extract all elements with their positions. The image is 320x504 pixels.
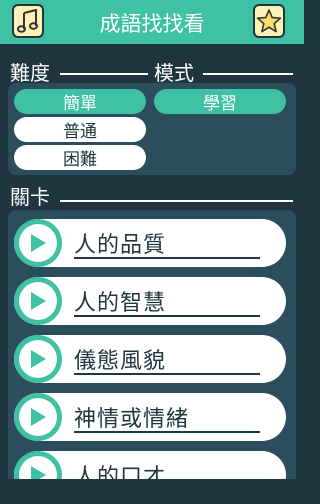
difficulty-easy-button[interactable]: 簡單 (14, 89, 146, 114)
stages-label: 關卡 (10, 185, 50, 209)
stage-underline (74, 431, 260, 433)
difficulty-label: 難度 (10, 61, 50, 85)
favorite-button[interactable] (253, 4, 285, 38)
stage-underline (74, 315, 260, 317)
mode-study-button[interactable]: 學習 (154, 89, 286, 114)
stage-item[interactable]: 神情或情緒 (14, 393, 286, 441)
play-icon (14, 277, 62, 325)
difficulty-underline (60, 73, 148, 75)
stage-item[interactable]: 儀態風貌 (14, 335, 286, 383)
mode-label: 模式 (154, 61, 194, 85)
stage-item[interactable]: 人的智慧 (14, 277, 286, 325)
bottom-strip (0, 479, 304, 504)
difficulty-normal-button[interactable]: 普通 (14, 117, 146, 142)
stage-name: 神情或情緒 (74, 407, 190, 432)
stage-item[interactable]: 人的品質 (14, 219, 286, 267)
stages-underline (60, 200, 293, 202)
top-bar: 成語找找看 (0, 0, 304, 44)
star-icon (256, 9, 282, 33)
stage-name: 人的智慧 (74, 291, 167, 316)
stage-name: 儀態風貌 (74, 349, 167, 374)
mode-underline (203, 73, 293, 75)
play-icon (14, 393, 62, 441)
play-icon (14, 335, 62, 383)
stage-underline (74, 257, 260, 259)
stage-underline (74, 373, 260, 375)
difficulty-hard-button[interactable]: 困難 (14, 145, 146, 170)
play-icon (14, 219, 62, 267)
stage-name: 人的品質 (74, 233, 167, 258)
options-panel: 簡單 普通 困難 學習 (8, 83, 296, 175)
